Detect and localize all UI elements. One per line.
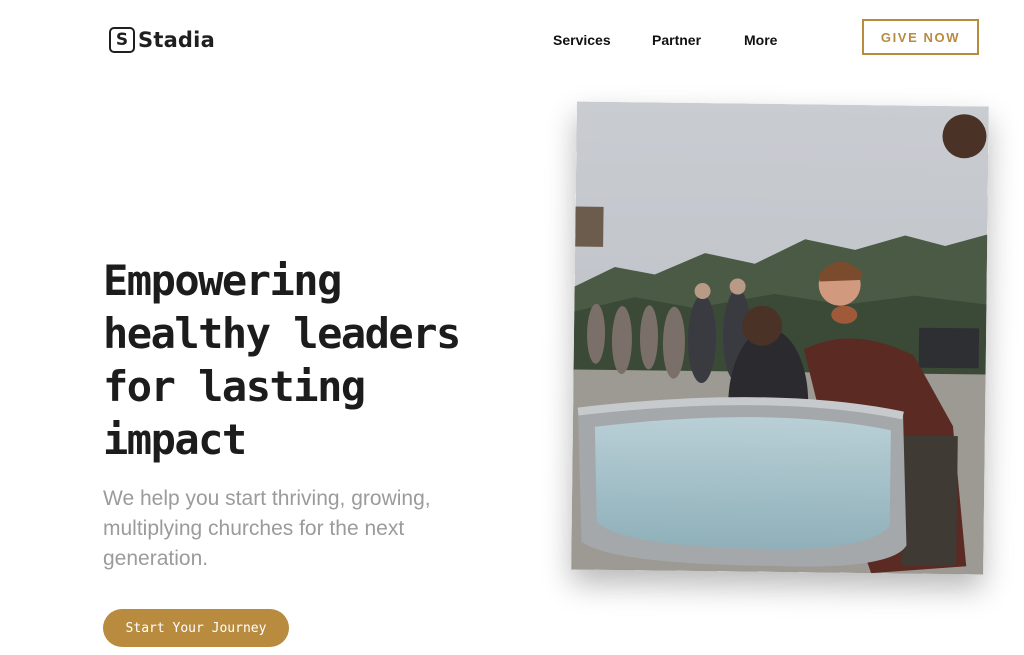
hero-title: Empowering healthy leaders for lasting i…: [103, 256, 461, 464]
nav-more[interactable]: More: [744, 32, 777, 48]
stadia-logo-icon: S: [109, 27, 135, 53]
nav-services[interactable]: Services: [553, 32, 611, 48]
logo-text: Stadia: [138, 28, 215, 52]
hero-subtitle: We help you start thriving, growing, mul…: [103, 487, 431, 570]
baptism-photo-icon: [571, 101, 989, 575]
give-now-button[interactable]: GIVE NOW: [862, 19, 979, 55]
hero-photo: [571, 101, 989, 575]
logo[interactable]: S Stadia: [109, 27, 215, 53]
nav-partner[interactable]: Partner: [652, 32, 701, 48]
logo-mark-letter: S: [115, 29, 129, 50]
site-header: S Stadia Services Partner More GIVE NOW: [0, 0, 1024, 82]
start-journey-button[interactable]: Start Your Journey: [103, 609, 289, 647]
